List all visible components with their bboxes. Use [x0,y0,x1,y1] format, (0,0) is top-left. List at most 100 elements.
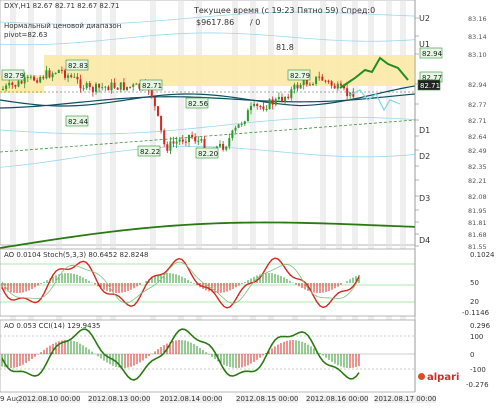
candle-body [110,82,113,91]
candle-body [95,83,97,92]
time-tick-6: 2012.08.17 00:00 [374,395,437,403]
candle-body [234,127,237,131]
candle-body [45,70,48,79]
candle-body [330,81,333,86]
candle-body [172,141,175,144]
candle-body [107,86,110,91]
account-balance: $9617.86 [196,18,235,27]
alpari-logo-icon [418,373,425,380]
stoch-axis-20: 20 [470,298,479,306]
chart-canvas: 82.79 82.83 82.71 82.44 82.22 82.56 82.20 82.79… [0,0,487,393]
candle-body [225,146,228,150]
candle-body [268,99,271,109]
candle-body [299,84,302,89]
time-tick-1: 2012.08.10 00:00 [18,395,81,403]
time-tick-2: 2012.08.13 00:00 [88,395,151,403]
price-zone-band [44,55,415,86]
candle-body [197,140,200,142]
candle-body [116,87,119,90]
candle-body [253,103,256,106]
cci-axis-0: 0 [470,351,475,359]
candle-body [82,88,85,90]
price-tag-label: 82.79 [290,72,310,80]
candle-body [88,83,91,88]
chart-window: 82.79 82.83 82.71 82.44 82.22 82.56 82.20 82.79… [0,0,500,408]
chart-annotation: 81.8 [276,43,294,52]
candle-body [200,139,203,141]
candle-body [293,84,296,90]
axis-price-label: 82.64 [468,133,487,141]
candle-body [153,97,156,107]
broker-watermark: alpari [418,372,459,383]
candle-body [91,87,94,92]
axis-price-label: 82.94 [468,81,487,89]
candle-body [119,82,122,90]
axis-price-label: 82.35 [468,163,487,171]
candle-body [243,121,246,125]
candle-body [321,76,324,81]
candle-body [135,83,138,85]
candle-body [132,84,135,87]
axis-price-label: 81.81 [468,219,487,227]
axis-price-label: 82.21 [468,177,487,185]
price-tag-label: 82.56 [188,100,209,108]
candle-body [318,76,321,78]
level-d4: D4 [419,236,431,245]
candle-body [163,130,166,145]
price-tag-label: 82.83 [68,62,88,70]
candle-body [222,143,225,150]
price-tag-label: 82.79 [4,72,24,80]
price-tag-label: 82.20 [198,150,218,158]
price-tag-label: 82.71 [420,82,440,90]
level-d3: D3 [419,194,431,203]
price-tag-label: 82.71 [142,82,162,90]
candle-body [324,80,327,82]
candle-body [312,83,314,85]
time-tick-5: 2012.08.16 00:00 [306,395,369,403]
candle-body [150,90,153,98]
axis-price-label: 81.68 [468,231,487,239]
candle-body [39,77,42,83]
candle-body [271,99,274,105]
candle-body [175,141,178,144]
candle-body [76,76,79,80]
candle-body [265,108,268,110]
candle-body [129,86,132,88]
candle-body [57,69,60,73]
candle-body [327,80,330,82]
pivot-label: pivot=82.63 [4,31,48,39]
axis-price-label: 83.16 [468,15,487,23]
candle-body [277,96,280,100]
candle-body [308,84,311,86]
candle-body [36,80,39,83]
candle-body [237,124,240,128]
candle-body [8,82,11,86]
candle-body [339,83,342,86]
candle-body [336,83,339,89]
candle-body [219,143,221,147]
stoch-title: AO 0.0104 Stoch(5,3,3) 80.6452 82.8248 [4,251,149,259]
candle-body [166,144,169,151]
candle-body [228,138,231,147]
candle-body [178,139,181,142]
stoch-axis-min: -0.1146 [462,309,490,317]
candle-body [274,99,277,105]
candle-body [126,86,128,91]
candle-body [33,76,35,81]
axis-price-label: 82.08 [468,193,487,201]
candle-body [48,70,51,78]
candle-body [20,81,23,84]
candle-body [169,141,172,151]
price-tag-label: 82.22 [140,148,160,156]
candle-body [51,73,54,78]
candle-body [60,69,63,71]
candle-body [281,96,283,102]
candle-body [240,124,243,126]
level-d1: D1 [419,126,431,135]
time-tick-4: 2012.08.15 00:00 [236,395,299,403]
stoch-axis-50: 50 [470,279,479,287]
candle-body [122,82,125,91]
cci-axis-minus100: -100 [470,366,486,374]
level-d2: D2 [419,152,431,161]
balance-suffix: / 0 [250,18,261,27]
